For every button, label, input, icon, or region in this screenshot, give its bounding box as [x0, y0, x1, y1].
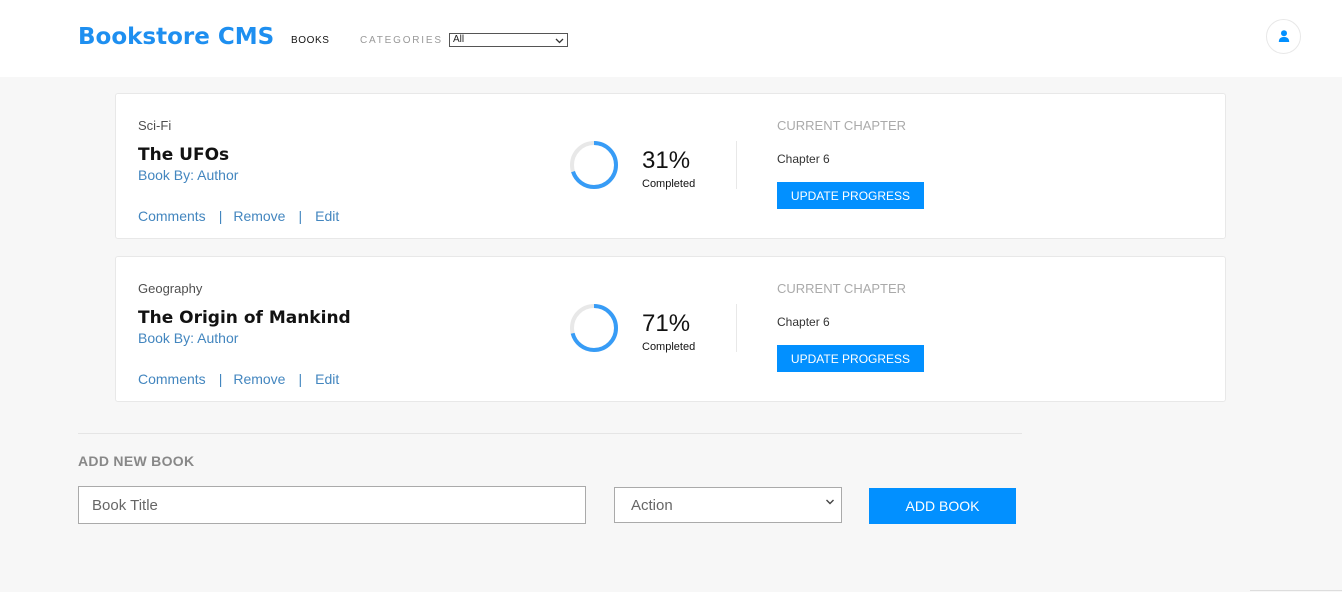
user-avatar-button[interactable] [1266, 19, 1301, 54]
corner-divider [1250, 590, 1342, 591]
book-title-input[interactable] [78, 486, 586, 524]
current-chapter-label: CURRENT CHAPTER [777, 118, 907, 133]
current-chapter-value: Chapter 6 [777, 152, 830, 166]
progress-percent: 71% [642, 310, 691, 337]
book-genre: Geography [138, 281, 203, 296]
action-separator: | [218, 208, 223, 224]
progress-ring [570, 141, 618, 189]
book-category-value: Action [631, 497, 673, 514]
edit-button[interactable]: Edit [315, 371, 339, 387]
update-progress-button[interactable]: UPDATE PROGRESS [777, 345, 924, 372]
category-filter-select[interactable]: All [449, 33, 568, 47]
progress-percent: 31% [642, 147, 691, 174]
progress-completed-label: Completed [642, 341, 696, 353]
book-author[interactable]: Book By: Author [138, 167, 238, 183]
edit-button[interactable]: Edit [315, 208, 339, 224]
action-separator: | [298, 208, 303, 224]
add-book-heading: ADD NEW BOOK [78, 453, 195, 469]
vertical-divider [736, 141, 737, 189]
book-author[interactable]: Book By: Author [138, 330, 238, 346]
category-filter-value: All [453, 34, 465, 45]
current-chapter-label: CURRENT CHAPTER [777, 281, 907, 296]
remove-button[interactable]: Remove [233, 371, 285, 387]
header: Bookstore CMS BOOKS CATEGORIES All [0, 0, 1342, 77]
add-book-button[interactable]: ADD BOOK [869, 488, 1016, 524]
app-logo[interactable]: Bookstore CMS [78, 24, 274, 50]
book-title: The Origin of Mankind [138, 308, 351, 328]
current-chapter-value: Chapter 6 [777, 315, 830, 329]
progress-completed-label: Completed [642, 178, 696, 190]
book-title: The UFOs [138, 145, 230, 165]
comments-button[interactable]: Comments [138, 208, 206, 224]
book-genre: Sci-Fi [138, 118, 172, 133]
progress-ring [570, 304, 618, 352]
vertical-divider [736, 304, 737, 352]
chevron-down-icon [555, 38, 564, 44]
chevron-down-icon [826, 499, 834, 505]
update-progress-button[interactable]: UPDATE PROGRESS [777, 182, 924, 209]
comments-button[interactable]: Comments [138, 371, 206, 387]
book-card: Sci-Fi The UFOs Book By: Author Comments… [115, 93, 1226, 239]
action-separator: | [218, 371, 223, 387]
user-icon [1278, 30, 1290, 42]
book-actions: Comments | Remove | Edit [138, 371, 339, 387]
nav-categories-link[interactable]: CATEGORIES [360, 35, 443, 46]
book-card: Geography The Origin of Mankind Book By:… [115, 256, 1226, 402]
book-category-select[interactable]: Action [614, 487, 842, 523]
action-separator: | [298, 371, 303, 387]
book-actions: Comments | Remove | Edit [138, 208, 339, 224]
remove-button[interactable]: Remove [233, 208, 285, 224]
form-divider [78, 433, 1022, 434]
nav-books-link[interactable]: BOOKS [291, 35, 330, 46]
